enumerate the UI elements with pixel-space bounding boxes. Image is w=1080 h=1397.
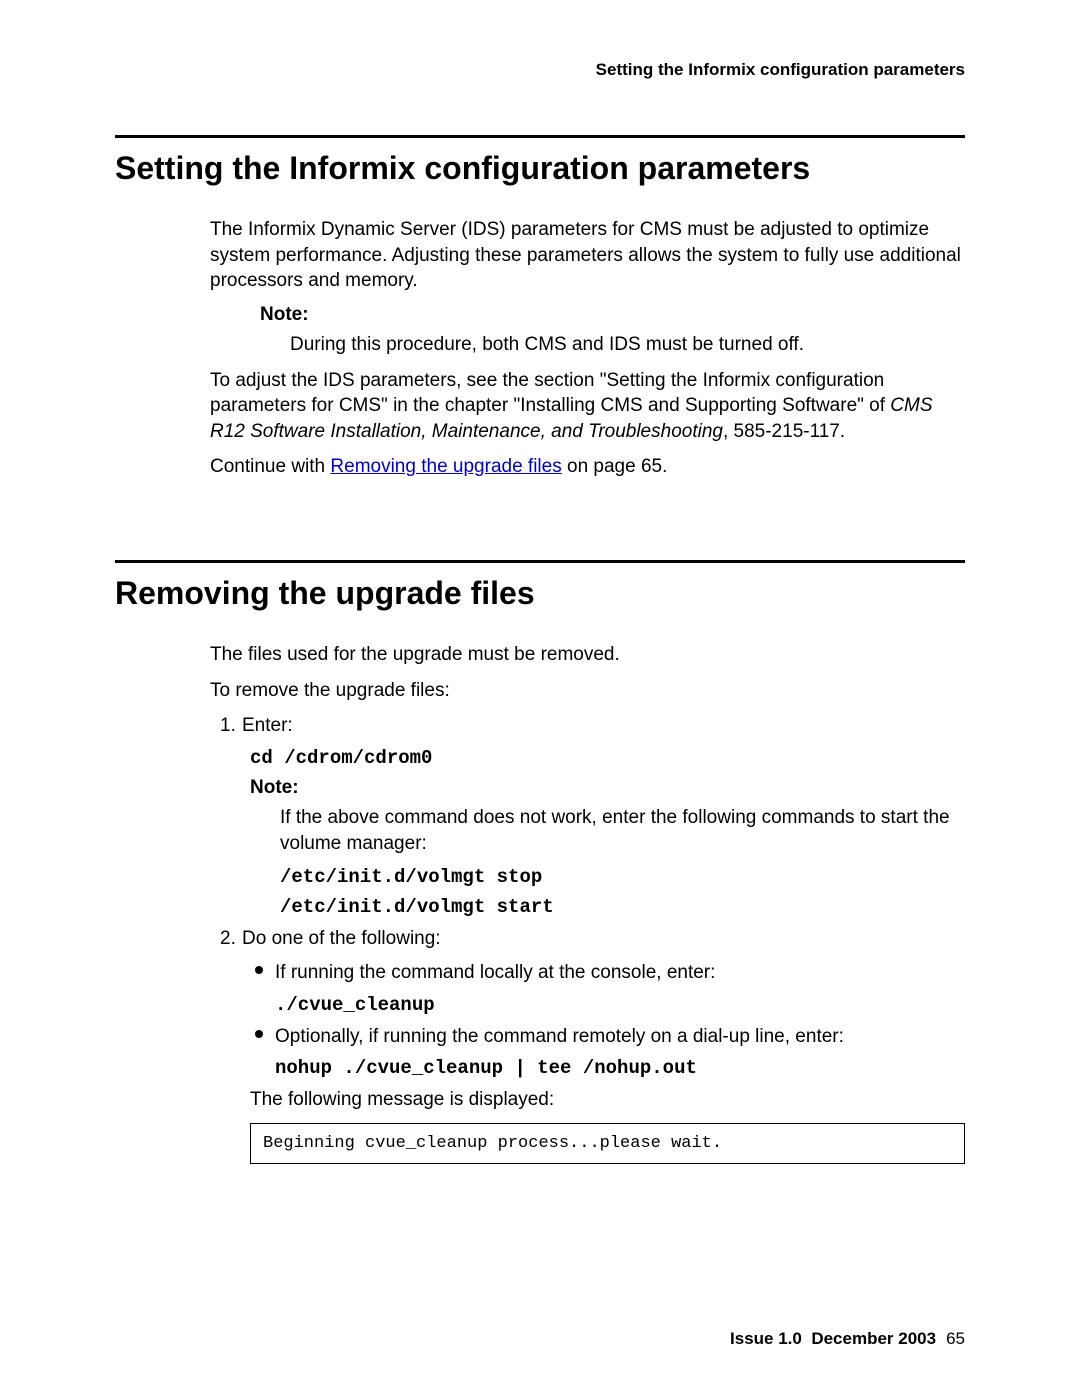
step1-note-text: If the above command does not work, ente… — [280, 805, 965, 856]
bullet-icon — [255, 966, 263, 974]
para2-part-a: To adjust the IDS parameters, see the se… — [210, 370, 890, 417]
step-2-text: Do one of the following: — [242, 928, 441, 949]
section2-heading: Removing the upgrade files — [115, 575, 965, 612]
step2-bullet1: If running the command locally at the co… — [275, 960, 965, 986]
step2-bullet1-text: If running the command locally at the co… — [275, 962, 715, 983]
section1-para1: The Informix Dynamic Server (IDS) parame… — [210, 217, 965, 294]
step1-note-label: Note: — [250, 777, 965, 799]
step-2: 2.Do one of the following: — [245, 926, 965, 952]
footer-date: December 2003 — [811, 1329, 936, 1348]
section1-note-text: During this procedure, both CMS and IDS … — [290, 332, 965, 358]
step1-cmd2: /etc/init.d/volmgt stop — [280, 866, 965, 888]
running-header: Setting the Informix configuration param… — [115, 60, 965, 80]
step1-cmd: cd /cdrom/cdrom0 — [250, 747, 965, 769]
footer-issue: Issue 1.0 — [730, 1329, 802, 1348]
removing-upgrade-files-link[interactable]: Removing the upgrade files — [330, 456, 561, 477]
bullet-icon — [255, 1030, 263, 1038]
section2-intro2: To remove the upgrade files: — [210, 678, 965, 704]
para3-part-b: on page 65. — [562, 456, 668, 477]
output-box: Beginning cvue_cleanup process...please … — [250, 1123, 965, 1164]
para2-part-c: , 585-215-117. — [723, 421, 845, 442]
step2-bullet1-cmd: ./cvue_cleanup — [275, 994, 965, 1016]
step2-after: The following message is displayed: — [250, 1087, 965, 1113]
step-2-number: 2. — [220, 926, 242, 952]
section1-heading: Setting the Informix configuration param… — [115, 150, 965, 187]
footer-page: 65 — [946, 1329, 965, 1348]
step2-bullet2: Optionally, if running the command remot… — [275, 1024, 965, 1050]
para3-part-a: Continue with — [210, 456, 330, 477]
step1-cmd3: /etc/init.d/volmgt start — [280, 896, 965, 918]
step2-bullet2-text: Optionally, if running the command remot… — [275, 1026, 844, 1047]
section-divider-2 — [115, 560, 965, 563]
section-divider — [115, 135, 965, 138]
step-1-number: 1. — [220, 713, 242, 739]
section1-para3: Continue with Removing the upgrade files… — [210, 454, 965, 480]
step-1: 1.Enter: — [245, 713, 965, 739]
section1-para2: To adjust the IDS parameters, see the se… — [210, 368, 965, 445]
page-footer: Issue 1.0 December 2003 65 — [730, 1329, 965, 1349]
section1-note-label: Note: — [260, 304, 965, 326]
section2-intro1: The files used for the upgrade must be r… — [210, 642, 965, 668]
step-1-text: Enter: — [242, 715, 293, 736]
step2-bullet2-cmd: nohup ./cvue_cleanup | tee /nohup.out — [275, 1057, 965, 1079]
